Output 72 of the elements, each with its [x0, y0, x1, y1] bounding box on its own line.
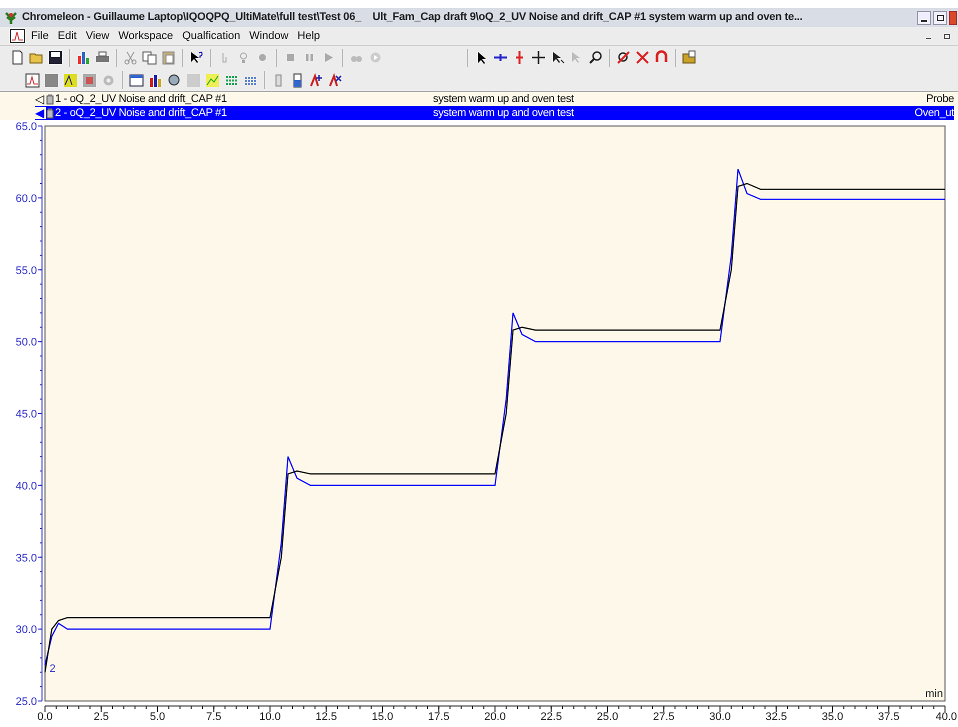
x-tick-label: 40.0 [936, 711, 957, 723]
y-tick-label: 55.0 [16, 264, 37, 277]
x-tick-label: 10.0 [259, 711, 281, 723]
y-tick-label: 45.0 [16, 408, 37, 420]
chart-icon[interactable] [205, 72, 220, 88]
x-tick-label: 25.0 [596, 711, 618, 723]
menu-item[interactable]: Qualfication [182, 28, 240, 44]
x-tick-label: 7.5 [206, 711, 222, 723]
x-tick-label: 2.5 [94, 711, 109, 723]
x-tick-label: 35.0 [822, 711, 844, 723]
legend-name: 1 - oQ_2_UV Noise and drift_CAP #1 [54, 94, 228, 104]
copy-icon[interactable] [142, 50, 157, 65]
vial-icon [46, 108, 54, 118]
legend-description: system warm up and oven test [433, 108, 575, 118]
menu-item[interactable]: File [31, 28, 49, 44]
window-icon[interactable] [129, 72, 144, 88]
legend-name: 2 - oQ_2_UV Noise and drift_CAP #1 [54, 108, 228, 118]
paste-icon[interactable] [161, 50, 176, 65]
search-icon[interactable] [588, 50, 603, 65]
new-file-icon[interactable] [10, 50, 25, 65]
chromatogram-icon[interactable] [25, 72, 40, 88]
legend-row[interactable]: ◁ 1 - oQ_2_UV Noise and drift_CAP #1 system warm up and oven test Probe [35, 92, 954, 106]
peak-marker-icon[interactable] [309, 72, 324, 88]
x-tick-label: 27.5 [653, 711, 674, 723]
bar-chart-icon[interactable] [148, 72, 163, 88]
x-tick-label: 12.5 [316, 711, 337, 723]
peak-marker-icon[interactable] [328, 72, 343, 88]
x-axis-label: min [925, 688, 943, 700]
x-tick-label: 37.5 [878, 711, 900, 723]
x-tick-label: 20.0 [484, 711, 506, 723]
y-tick-label: 35.0 [16, 552, 37, 564]
menu-item[interactable]: Workspace [118, 28, 174, 44]
x-tick-label: 15.0 [372, 711, 394, 723]
y-tick-label: 25.0 [16, 696, 37, 708]
bar-chart-icon[interactable] [76, 50, 91, 65]
vial-icon [46, 94, 54, 104]
menu-item[interactable]: Window [249, 28, 288, 44]
x-tick-label: 0.0 [37, 711, 53, 723]
close-button[interactable] [949, 10, 957, 24]
minimize-button[interactable] [917, 10, 931, 24]
crossed-zoom-icon[interactable] [616, 50, 631, 65]
plant-icon [4, 10, 18, 24]
x-tick-label: 32.5 [766, 711, 787, 723]
x-tick-label: 5.0 [150, 711, 166, 723]
restore-button[interactable] [933, 10, 947, 24]
peak-chart-icon[interactable] [63, 72, 78, 88]
chromatogram-icon [10, 29, 25, 43]
y-tick-label: 60.0 [16, 192, 37, 205]
x-tick-label: 17.5 [428, 711, 450, 723]
x-tick-label: 22.5 [540, 711, 562, 723]
peak-label: 2 [50, 662, 56, 675]
move-arrows-icon[interactable] [531, 50, 546, 65]
menu-item[interactable]: Edit [58, 28, 77, 44]
legend-row[interactable]: ◀ 2 - oQ_2_UV Noise and drift_CAP #1 system warm up and oven test Oven_ut [35, 106, 954, 120]
y-tick-label: 40.0 [16, 480, 37, 492]
folder-settings-icon[interactable] [682, 50, 697, 65]
help-pointer-icon[interactable] [189, 50, 204, 65]
series-swatch-arrow[interactable]: ◁ [35, 93, 46, 105]
menu-item[interactable]: Help [297, 28, 320, 44]
x-tick-label: 30.0 [709, 711, 731, 723]
y-tick-label: 30.0 [16, 624, 37, 636]
pointer-icon[interactable] [550, 50, 565, 65]
menu-item[interactable]: View [86, 28, 110, 44]
panel-icon[interactable] [82, 72, 97, 88]
y-tick-label: 65.0 [16, 121, 37, 133]
window-title: Chromeleon - Guillaume Laptop\IQOQPQ_UltiMate\full test\Test 06_ Ult_Fam_Cap draft 9\oQ_2_UV Noise and drift_CAP #1 system warm up and oven te... [22, 10, 804, 26]
y-tick-label: 50.0 [16, 336, 37, 349]
print-icon[interactable] [95, 50, 110, 65]
save-icon[interactable] [48, 50, 63, 65]
legend-channel: Probe [926, 94, 954, 104]
legend-description: system warm up and oven test [433, 94, 575, 104]
legend-channel: Oven_ut [914, 108, 954, 118]
